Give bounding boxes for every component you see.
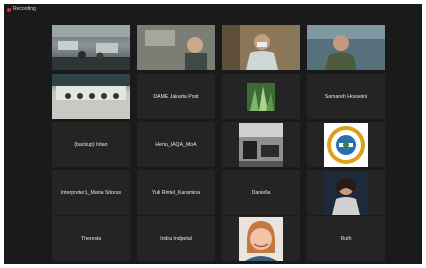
video-feed	[52, 25, 130, 70]
profile-photo	[239, 216, 283, 261]
participant-tile[interactable]: Interpreter1_Maria Sitorus	[52, 170, 130, 215]
participant-tile[interactable]: Heriu_IAQA_MoA	[137, 122, 215, 167]
participant-tile[interactable]: Daniella	[222, 170, 300, 215]
profile-photo	[239, 122, 283, 167]
participant-tile[interactable]: Theresia	[52, 216, 130, 261]
profile-photo	[324, 170, 368, 215]
participant-name: Samareh Hosseini	[324, 93, 368, 100]
logo-emblem-icon	[324, 122, 368, 167]
participant-name: DAME Jakarta Post	[153, 93, 199, 100]
participant-name: Heriu_IAQA_MoA	[155, 141, 197, 148]
recording-indicator[interactable]: Recording	[7, 6, 36, 13]
participant-tile[interactable]: Samareh Hosseini	[307, 74, 385, 119]
participant-tile[interactable]	[222, 216, 300, 261]
top-bar: Recording	[4, 4, 422, 14]
meeting-window: Recording DAME Jakarta Post Samareh Hoss…	[4, 4, 422, 264]
participant-tile[interactable]	[222, 25, 300, 70]
recording-label: Recording	[13, 6, 36, 12]
profile-photo	[247, 82, 275, 111]
participant-tile[interactable]	[307, 122, 385, 167]
participant-tile[interactable]	[52, 25, 130, 70]
participant-tile[interactable]	[307, 25, 385, 70]
participant-name: Ruth	[340, 235, 352, 242]
video-feed	[137, 25, 215, 70]
participant-tile[interactable]: (backup) Intan	[52, 122, 130, 167]
gallery-grid: DAME Jakarta Post Samareh Hosseini (back…	[52, 25, 386, 261]
participant-tile[interactable]	[307, 170, 385, 215]
participant-name: Interpreter1_Maria Sitorus	[60, 189, 122, 196]
participant-tile[interactable]: Ruth	[307, 216, 385, 261]
participant-tile[interactable]: Yuli Rintel_Karamina	[137, 170, 215, 215]
participant-tile[interactable]	[137, 25, 215, 70]
video-feed	[52, 74, 130, 119]
participant-tile-active-speaker[interactable]	[52, 74, 130, 119]
participant-tile[interactable]: Indra Indpetal	[137, 216, 215, 261]
participant-tile[interactable]: DAME Jakarta Post	[137, 74, 215, 119]
participant-tile[interactable]	[222, 122, 300, 167]
participant-name: Yuli Rintel_Karamina	[151, 189, 201, 196]
participant-name: Indra Indpetal	[160, 235, 192, 242]
participant-name: Theresia	[80, 235, 102, 242]
recording-dot-icon	[7, 7, 11, 12]
video-feed	[307, 25, 385, 70]
participant-name: (backup) Intan	[74, 141, 108, 148]
participant-tile[interactable]	[222, 74, 300, 119]
participant-name: Daniella	[251, 189, 271, 196]
video-feed	[222, 25, 300, 70]
